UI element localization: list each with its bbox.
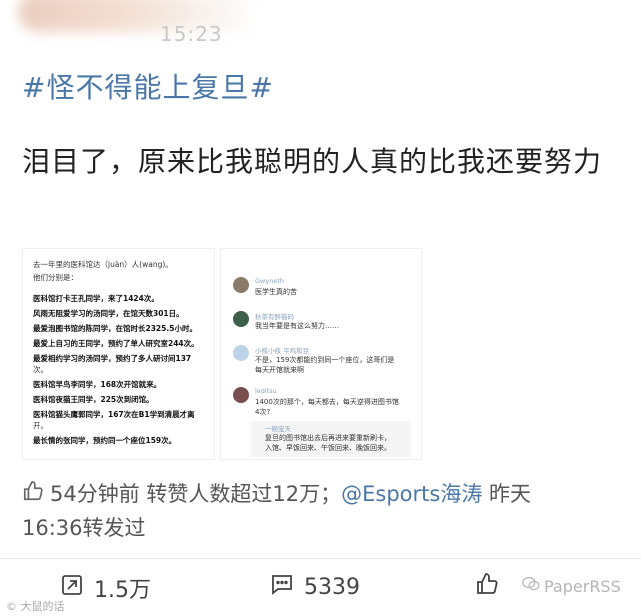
reply-box: 一碗宝天 复旦的图书馆出去后再进来要重新刷卡， 入馆、早饭回来、午饭回来、晚饭回…: [251, 421, 411, 457]
meta-prefix: 54分钟前 转赞人数超过12万；: [50, 482, 342, 506]
avatar: [233, 277, 249, 293]
hashtag-link[interactable]: #怪不得能上复旦#: [22, 66, 274, 106]
doc-line: 医科馆夜猫王同学，225次到闭馆。: [33, 395, 154, 404]
embedded-image-left[interactable]: 去一年里的医科馆达（juàn）人(wang)。 他们分别是： 医科馆打卡王孔同学…: [22, 248, 215, 460]
comment-author: 小核小核 平鸡和豆: [255, 347, 310, 355]
watermark-left: © 大鼠的话: [6, 600, 65, 613]
repost-meta: 54分钟前 转赞人数超过12万；@Esports海涛 昨天 16:36转发过: [22, 478, 622, 545]
comment-text: 4次?: [255, 408, 271, 416]
avatar: [233, 311, 249, 327]
comment-text: 我当年要是有这么努力……: [255, 322, 339, 330]
like-button[interactable]: [475, 572, 499, 602]
comment-text: 复旦的图书馆出去后再进来要重新刷卡，: [265, 434, 391, 442]
doc-line: 风雨无阻爱学习的汤同学，在馆天数301日。: [33, 309, 184, 318]
user-handle-link[interactable]: @Esports海涛: [341, 482, 482, 506]
comment-author: 一碗宝天: [265, 425, 291, 433]
comment-icon: [270, 572, 294, 602]
comment-text: 医学生真的苦: [255, 288, 297, 296]
embedded-image-right[interactable]: Gwyneth 医学生真的苦 秋茶有醉猫码 我当年要是有这么努力…… 小核小核 …: [220, 248, 422, 460]
doc-line: 医科馆猫头鹰郭同学，167次在B1学到清晨才离: [33, 410, 195, 419]
doc-line: 医科馆打卡王孔同学，来了1424次。: [33, 294, 159, 303]
comment-button[interactable]: 5339: [270, 572, 360, 602]
watermark-right: PaperRSS: [522, 576, 621, 596]
doc-line: 去一年里的医科馆达（juàn）人(wang)。: [33, 260, 173, 269]
doc-line: 最爱泡图书馆的陈同学，在馆时长2325.5小时。: [33, 324, 197, 333]
repost-button[interactable]: 1.5万: [60, 572, 151, 604]
meta-suffix: 昨天: [482, 482, 532, 506]
comment-text: 入馆、早饭回来、午饭回来、晚饭回来。: [265, 444, 391, 452]
comment-count: 5339: [304, 574, 360, 600]
post-time: 15:23: [160, 22, 223, 46]
doc-line: 他们分别是：: [33, 273, 78, 282]
doc-line: 次。: [33, 365, 48, 374]
watermark-right-text: PaperRSS: [544, 576, 621, 596]
comment-text: 不是，159次都能约到同一个座位，这哥们是: [255, 356, 395, 364]
thumbs-up-icon: [22, 479, 44, 512]
wechat-icon: [522, 576, 540, 596]
comment-author: leditsu: [255, 387, 277, 395]
doc-line: 最爱相约学习的汤同学，预约了多人研讨间137: [33, 354, 192, 363]
doc-line: 最爱上自习的王同学，预约了单人研究室244次。: [33, 339, 199, 348]
like-icon: [475, 572, 499, 602]
post-text: 泪目了，原来比我聪明的人真的比我还要努力: [22, 145, 603, 178]
divider: [0, 558, 641, 559]
avatar: [233, 345, 249, 361]
meta-time: 16:36转发过: [22, 515, 146, 540]
avatar: [233, 387, 249, 403]
comment-author: 秋茶有醉猫码: [255, 313, 294, 321]
repost-count: 1.5万: [94, 578, 151, 603]
doc-line: 开。: [33, 421, 48, 430]
comment-author: Gwyneth: [255, 277, 284, 285]
comment-text: 1400次的那个，每天都去，每天逆得进图书馆: [255, 398, 399, 406]
doc-line: 医科馆早鸟李同学，168次开馆就来。: [33, 380, 162, 389]
comment-text: 每天开馆就来啊: [255, 366, 304, 374]
doc-line: 最长情的张同学，预约同一个座位159次。: [33, 436, 177, 445]
